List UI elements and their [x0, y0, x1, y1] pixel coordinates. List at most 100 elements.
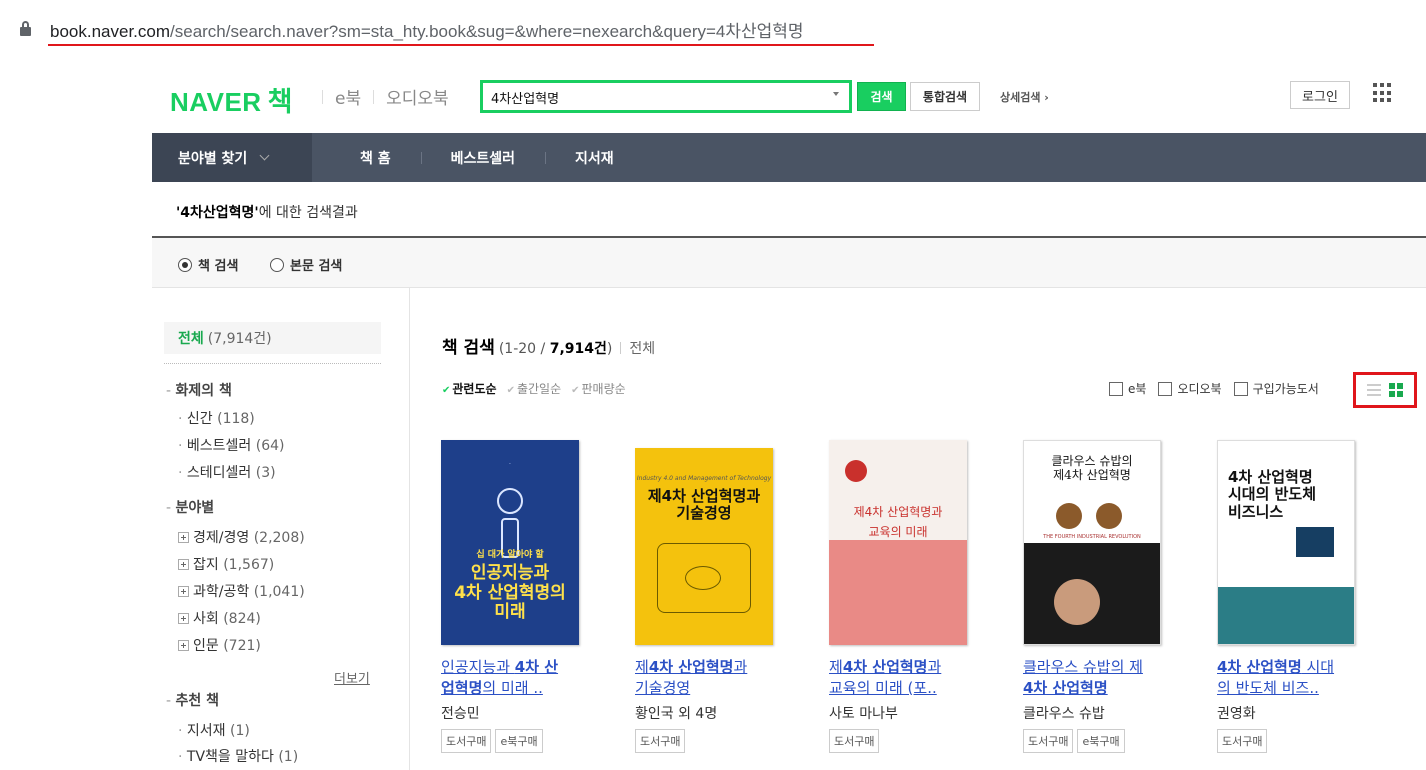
login-button[interactable]: 로그인 [1290, 81, 1350, 109]
cover-title: 4차 산업혁명 시대의 반도체 비즈니스 [1228, 468, 1317, 521]
total-search-button[interactable]: 통합검색 [910, 82, 980, 111]
link-ebook[interactable]: e북 [335, 84, 361, 109]
dotted-divider [164, 363, 381, 364]
sidebar-item-count: (1,041) [253, 584, 305, 600]
main-nav: 분야별 찾기 책 홈 베스트셀러 지서재 [152, 133, 1426, 182]
expand-plus-icon[interactable] [178, 613, 189, 624]
checkbox[interactable] [1158, 381, 1173, 396]
grid-view-icon[interactable] [1388, 382, 1404, 398]
purchase-buttons: 도서구매 e북구매 [441, 729, 611, 753]
radio-selected-icon [178, 257, 192, 272]
checkbox[interactable] [1233, 381, 1248, 396]
logo-naver: NAVER [170, 87, 262, 117]
sidebar-item-magazine[interactable]: 잡지 (1,567) [178, 554, 274, 574]
naver-book-logo[interactable]: NAVER 책 [170, 80, 292, 118]
book-cover[interactable]: Industry 4.0 and Management of Technolog… [635, 448, 773, 645]
sort-relevance[interactable]: 관련도순 [442, 380, 496, 397]
radio-text-search[interactable]: 본문 검색 [270, 255, 342, 274]
expand-plus-icon[interactable] [178, 532, 189, 543]
expand-plus-icon[interactable] [178, 640, 189, 651]
search-scope-bar [152, 238, 1426, 288]
buy-book-button[interactable]: 도서구매 [1217, 729, 1268, 753]
sidebar-item-humanities[interactable]: 인문 (721) [178, 635, 261, 655]
sidebar-item-count: (2,208) [253, 530, 305, 546]
sidebar-item-label: 잡지 [193, 557, 219, 573]
book-title-link[interactable]: 클라우스 슈밥의 제 4차 산업혁명 [1023, 657, 1193, 699]
book-author[interactable]: 전승민 [441, 703, 611, 723]
book-title-link[interactable]: 4차 산업혁명 시대 의 반도체 비즈.. [1217, 657, 1387, 699]
autocomplete-toggle-icon[interactable] [833, 92, 839, 96]
main-all-label[interactable]: 전체 [629, 341, 655, 357]
category-menu-button[interactable]: 분야별 찾기 [152, 133, 312, 182]
sort-date[interactable]: 출간일순 [507, 380, 561, 397]
detail-search-link[interactable]: 상세검색 › [1000, 89, 1049, 105]
book-author[interactable]: 권영화 [1217, 703, 1387, 723]
sidebar-item-science[interactable]: 과학/공학 (1,041) [178, 581, 305, 601]
cover-badge [845, 460, 867, 482]
link-audiobook[interactable]: 오디오북 [386, 84, 449, 109]
sidebar-item-label: 스테디셀러 [186, 465, 252, 481]
sort-sales[interactable]: 판매량순 [571, 380, 626, 397]
sidebar-item-label: 과학/공학 [193, 584, 250, 600]
cover-circle-left [1056, 503, 1082, 529]
cover-top-text: Industry 4.0 and Management of Technolog… [636, 475, 772, 482]
top-links: e북 오디오북 [310, 84, 449, 109]
book-cover[interactable]: · 십 대가 알아야 할 인공지능과 4차 산업혁명의 미래 [441, 440, 579, 645]
url-host: book.naver.com [50, 22, 171, 41]
book-title-link[interactable]: 제4차 산업혁명과 교육의 미래 (포.. [829, 657, 999, 699]
radio-book-search[interactable]: 책 검색 [178, 255, 238, 274]
book-cover[interactable]: 4차 산업혁명 시대의 반도체 비즈니스 [1217, 440, 1355, 645]
sidebar-item-label: TV책을 말하다 [186, 749, 274, 765]
category-menu-label: 분야별 찾기 [178, 150, 248, 167]
expand-plus-icon[interactable] [178, 586, 189, 597]
buy-ebook-button[interactable]: e북구매 [1077, 729, 1125, 753]
cover-top-text: 십 대가 알아야 할 [476, 550, 544, 560]
sidebar-item-steadyseller[interactable]: 스테디셀러 (3) [178, 462, 276, 482]
list-view-icon[interactable] [1366, 382, 1382, 398]
buy-book-button[interactable]: 도서구매 [441, 729, 492, 753]
buy-ebook-button[interactable]: e북구매 [495, 729, 543, 753]
filter-ebook[interactable]: e북 [1109, 380, 1146, 397]
apps-grid-icon[interactable] [1373, 83, 1393, 103]
cover-top-text: THE FOURTH INDUSTRIAL REVOLUTION [1043, 534, 1141, 540]
search-button[interactable]: 검색 [857, 82, 906, 111]
search-box[interactable] [480, 80, 852, 113]
sidebar-item-society[interactable]: 사회 (824) [178, 608, 261, 628]
book-title-link[interactable]: 제4차 산업혁명과 기술경영 [635, 657, 805, 699]
main-section-title: 책 검색 (1-20 / 7,914건) 전체 [442, 333, 655, 358]
search-input[interactable] [491, 88, 811, 106]
sidebar-item-bestseller[interactable]: 베스트셀러 (64) [178, 435, 285, 455]
book-author[interactable]: 사토 마나부 [829, 703, 999, 723]
buy-book-button[interactable]: 도서구매 [1023, 729, 1074, 753]
sidebar-item-library[interactable]: 지서재 (1) [178, 720, 250, 740]
sidebar-more-link[interactable]: 더보기 [334, 668, 370, 687]
book-card: 클라우스 슈밥의 제4차 산업혁명 THE FOURTH INDUSTRIAL … [1023, 440, 1193, 753]
sidebar-item-tvbook[interactable]: TV책을 말하다 (1) [178, 746, 298, 766]
result-range: (1-20 / 7,914건) [498, 341, 613, 357]
buy-book-button[interactable]: 도서구매 [635, 729, 686, 753]
sidebar-item-new[interactable]: 신간 (118) [178, 408, 255, 428]
expand-plus-icon[interactable] [178, 559, 189, 570]
browser-address-bar[interactable]: book.naver.com/search/search.naver?sm=st… [0, 0, 1426, 62]
url-text[interactable]: book.naver.com/search/search.naver?sm=st… [50, 20, 804, 44]
checkbox[interactable] [1109, 381, 1123, 396]
sidebar-item-label: 지서재 [186, 723, 226, 739]
book-cover[interactable]: 클라우스 슈밥의 제4차 산업혁명 THE FOURTH INDUSTRIAL … [1023, 440, 1161, 645]
radio-unselected-icon [270, 257, 284, 272]
book-card: · 십 대가 알아야 할 인공지능과 4차 산업혁명의 미래 인공지능과 4차 … [441, 440, 611, 753]
book-author[interactable]: 클라우스 슈밥 [1023, 703, 1193, 723]
book-cover[interactable]: 제4차 산업혁명과 교육의 미래 [829, 440, 967, 645]
sidebar-divider [409, 288, 410, 770]
sidebar-item-all[interactable]: 전체 (7,914건) [164, 322, 381, 354]
sidebar-heading-field: 분야별 [166, 497, 215, 517]
filter-buyable[interactable]: 구입가능도서 [1233, 380, 1319, 397]
buy-book-button[interactable]: 도서구매 [829, 729, 880, 753]
nav-item-bestseller[interactable]: 베스트셀러 [420, 133, 515, 182]
nav-item-book-home[interactable]: 책 홈 [360, 133, 391, 182]
book-title-link[interactable]: 인공지능과 4차 산 업혁명의 미래 .. [441, 657, 611, 699]
book-author[interactable]: 황인국 외 4명 [635, 703, 805, 723]
sidebar-item-economy[interactable]: 경제/경영 (2,208) [178, 527, 305, 547]
sidebar-item-count: (118) [217, 411, 255, 427]
nav-item-library[interactable]: 지서재 [545, 133, 614, 182]
filter-audiobook[interactable]: 오디오북 [1158, 380, 1222, 397]
